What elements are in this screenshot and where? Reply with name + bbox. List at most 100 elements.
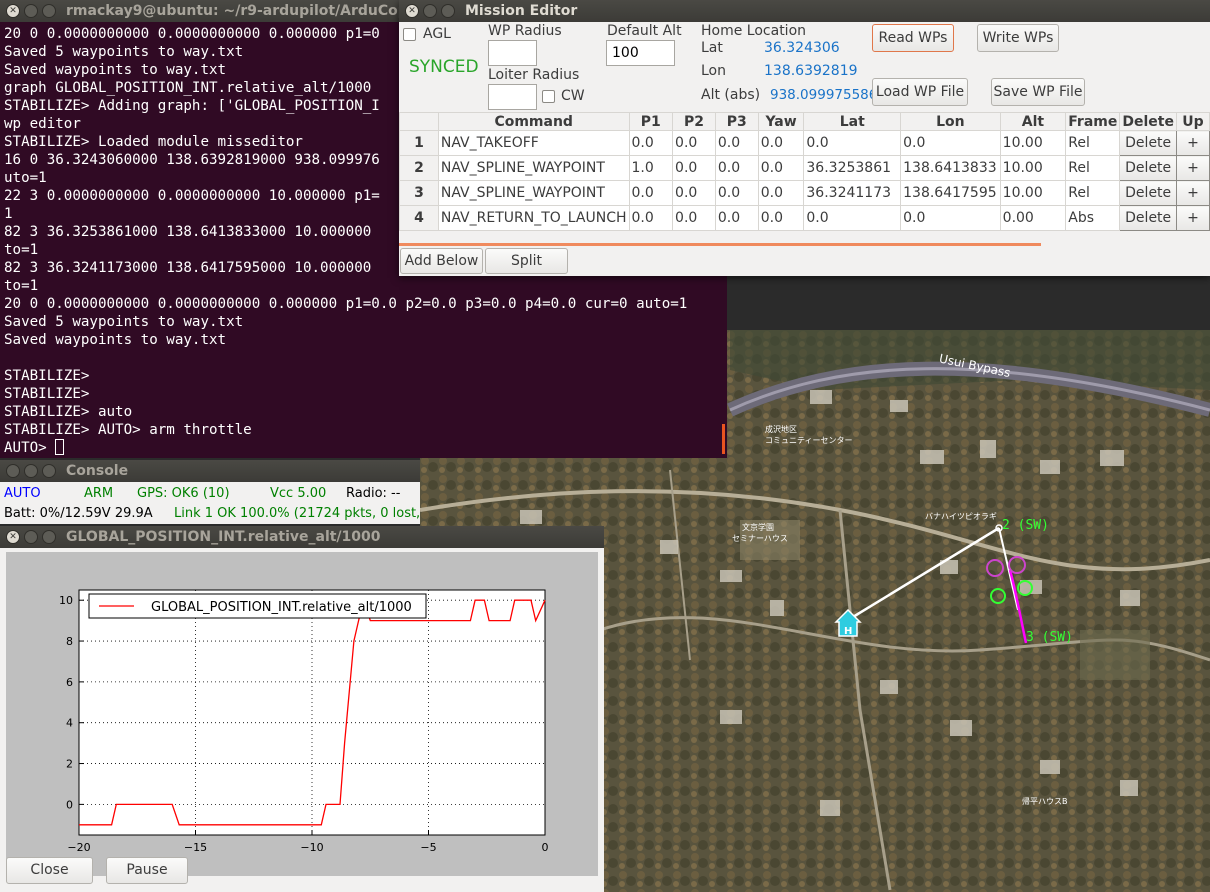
- table-cell[interactable]: Rel: [1065, 155, 1121, 181]
- table-cell[interactable]: Rel: [1065, 180, 1121, 206]
- terminal-prompt: AUTO>: [4, 440, 56, 456]
- save-wp-file-button[interactable]: Save WP File: [991, 78, 1085, 106]
- split-button[interactable]: Split: [485, 248, 568, 274]
- table-cell[interactable]: 1.0: [628, 155, 674, 181]
- table-cell[interactable]: 0.0: [628, 180, 674, 206]
- agl-checkbox[interactable]: [403, 28, 416, 41]
- move-up-button[interactable]: +: [1175, 130, 1210, 156]
- table-cell[interactable]: 36.3241173: [803, 180, 902, 206]
- table-cell[interactable]: 0.0: [714, 155, 759, 181]
- graph-titlebar[interactable]: ✕ GLOBAL_POSITION_INT.relative_alt/1000: [0, 526, 604, 548]
- table-cell[interactable]: 0.0: [803, 205, 902, 231]
- table-cell[interactable]: 0.0: [757, 205, 805, 231]
- home-lat-value: 36.324306: [764, 40, 840, 56]
- table-cell[interactable]: Rel: [1065, 130, 1121, 156]
- table-cell[interactable]: 10.00: [999, 155, 1067, 181]
- y-tick-label: 4: [66, 717, 73, 730]
- move-up-button[interactable]: +: [1175, 155, 1210, 181]
- console-title: Console: [66, 463, 129, 479]
- table-cell[interactable]: NAV_TAKEOFF: [437, 130, 630, 156]
- move-up-button[interactable]: +: [1175, 205, 1210, 231]
- table-cell[interactable]: 0.0: [672, 205, 716, 231]
- maximize-icon[interactable]: [42, 530, 56, 544]
- minimize-icon[interactable]: [24, 464, 38, 478]
- table-cell[interactable]: 0.0: [900, 205, 1001, 231]
- table-row[interactable]: 3 NAV_SPLINE_WAYPOINT 0.0 0.0 0.0 0.0 36.32411…: [399, 180, 1210, 206]
- minimize-icon[interactable]: [423, 4, 437, 18]
- table-cell[interactable]: 10.00: [999, 180, 1067, 206]
- waypoint-table[interactable]: Command P1 P2 P3 Yaw Lat Lon Alt Frame Delete Up 1…: [399, 112, 1210, 231]
- pause-button[interactable]: Pause: [106, 857, 188, 884]
- table-cell[interactable]: 0.0: [757, 130, 805, 156]
- read-wps-button[interactable]: Read WPs: [872, 24, 954, 52]
- table-row[interactable]: 2 NAV_SPLINE_WAYPOINT 1.0 0.0 0.0 0.0 36.32538…: [399, 155, 1210, 181]
- table-cell[interactable]: Abs: [1065, 205, 1121, 231]
- mission-editor-window[interactable]: ✕ Mission Editor AGL SYNCED WP Radius Lo…: [399, 0, 1210, 276]
- delete-row-button[interactable]: Delete: [1119, 155, 1177, 181]
- map-label-house-b: 帰平ハウスB: [1022, 796, 1068, 806]
- table-cell[interactable]: 0.0: [628, 130, 674, 156]
- write-wps-button[interactable]: Write WPs: [977, 24, 1059, 52]
- svg-text:H: H: [844, 626, 852, 637]
- console-window[interactable]: Console AUTO ARM GPS: OK6 (10) Vcc 5.00 Radi…: [0, 460, 420, 524]
- table-cell[interactable]: 0.00: [999, 205, 1067, 231]
- graph-window[interactable]: ✕ GLOBAL_POSITION_INT.relative_alt/1000 …: [0, 526, 604, 892]
- table-row[interactable]: 4 NAV_RETURN_TO_LAUNCH 0.0 0.0 0.0 0.0 0.0 0.0 0…: [399, 205, 1210, 231]
- load-wp-file-button[interactable]: Load WP File: [872, 78, 968, 106]
- default-alt-input[interactable]: 100: [606, 40, 675, 66]
- table-cell[interactable]: 0.0: [900, 130, 1001, 156]
- terminal-cursor: [55, 439, 65, 455]
- table-cell[interactable]: 0.0: [628, 205, 674, 231]
- row-number: 2: [399, 155, 439, 181]
- move-up-button[interactable]: +: [1175, 180, 1210, 206]
- table-cell[interactable]: 0.0: [714, 180, 759, 206]
- table-cell[interactable]: 0.0: [672, 130, 716, 156]
- column-header: Alt: [999, 112, 1067, 131]
- minimize-icon[interactable]: [24, 530, 38, 544]
- table-cell[interactable]: NAV_SPLINE_WAYPOINT: [437, 155, 630, 181]
- maximize-icon[interactable]: [42, 464, 56, 478]
- home-lon-value: 138.6392819: [764, 63, 858, 79]
- table-cell[interactable]: 0.0: [672, 155, 716, 181]
- radio-status: Radio: --: [346, 486, 401, 501]
- plot-area[interactable]: −20 −15 −10 −5 0 0 2 4 6 8 10 GLOBAL_POSITION_INT.…: [6, 552, 598, 876]
- table-cell[interactable]: 138.6417595: [900, 180, 1001, 206]
- table-scrollbar[interactable]: [399, 243, 1041, 246]
- close-icon[interactable]: ✕: [6, 4, 20, 18]
- delete-row-button[interactable]: Delete: [1119, 130, 1177, 156]
- wp-radius-input[interactable]: [488, 40, 537, 66]
- maximize-icon[interactable]: [441, 4, 455, 18]
- table-row[interactable]: 1 NAV_TAKEOFF 0.0 0.0 0.0 0.0 0.0 0.0 10.00 Rel De…: [399, 130, 1210, 156]
- table-cell[interactable]: 0.0: [714, 130, 759, 156]
- mission-editor-title: Mission Editor: [465, 3, 578, 19]
- table-cell[interactable]: 0.0: [757, 155, 805, 181]
- terminal-line: to=1: [4, 278, 39, 294]
- column-header: P1: [628, 112, 674, 131]
- close-icon[interactable]: ✕: [405, 4, 419, 18]
- table-cell[interactable]: 0.0: [803, 130, 902, 156]
- terminal-prompt-line[interactable]: AUTO>: [4, 439, 723, 457]
- table-cell[interactable]: 10.00: [999, 130, 1067, 156]
- table-cell[interactable]: 36.3253861: [803, 155, 902, 181]
- minimize-icon[interactable]: [24, 4, 38, 18]
- cw-checkbox[interactable]: [542, 90, 555, 103]
- add-below-button[interactable]: Add Below: [400, 248, 483, 274]
- close-icon[interactable]: ✕: [6, 530, 20, 544]
- delete-row-button[interactable]: Delete: [1119, 205, 1177, 231]
- table-cell[interactable]: NAV_RETURN_TO_LAUNCH: [437, 205, 630, 231]
- terminal-line: Saved 5 waypoints to way.txt: [4, 314, 244, 330]
- table-cell[interactable]: 138.6413833: [900, 155, 1001, 181]
- terminal-scrollbar[interactable]: [722, 424, 725, 454]
- mission-editor-titlebar[interactable]: ✕ Mission Editor: [399, 0, 1210, 22]
- maximize-icon[interactable]: [42, 4, 56, 18]
- column-header: Lat: [803, 112, 902, 131]
- delete-row-button[interactable]: Delete: [1119, 180, 1177, 206]
- close-icon[interactable]: [6, 464, 20, 478]
- console-titlebar[interactable]: Console: [0, 460, 420, 482]
- table-cell[interactable]: 0.0: [757, 180, 805, 206]
- close-button[interactable]: Close: [6, 857, 93, 884]
- table-cell[interactable]: 0.0: [714, 205, 759, 231]
- loiter-radius-input[interactable]: [488, 84, 537, 110]
- table-cell[interactable]: 0.0: [672, 180, 716, 206]
- table-cell[interactable]: NAV_SPLINE_WAYPOINT: [437, 180, 630, 206]
